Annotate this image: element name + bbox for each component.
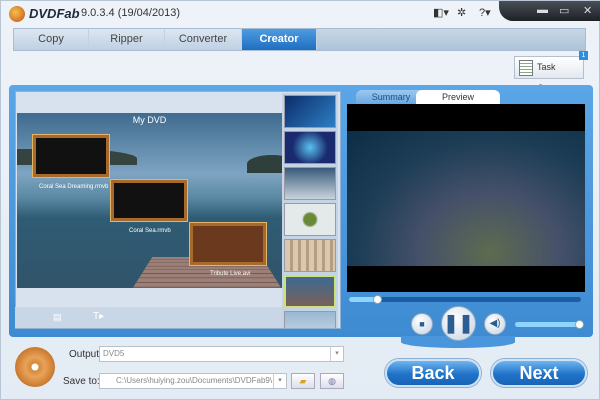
save-to-label: Save to: — [63, 376, 100, 387]
template-thumbnail[interactable] — [284, 239, 336, 272]
app-version: 9.0.3.4 (19/04/2013) — [81, 7, 181, 19]
task-list-icon — [519, 60, 533, 76]
volume-slider[interactable] — [515, 322, 581, 327]
minimize-button[interactable]: ▬ — [537, 4, 548, 16]
tab-creator[interactable]: Creator — [242, 29, 317, 50]
tab-converter[interactable]: Converter — [165, 29, 242, 50]
video-preview — [347, 104, 585, 292]
chapter-thumbnail[interactable] — [189, 222, 267, 266]
template-thumbnail[interactable] — [284, 95, 336, 128]
menu-toolbar: ▤ T▸ — [15, 307, 282, 328]
output-value: DVD5 — [103, 349, 125, 358]
task-queue-badge: 1 — [579, 51, 588, 60]
tab-copy[interactable]: Copy — [14, 29, 89, 50]
template-thumbnail[interactable] — [284, 167, 336, 200]
template-thumbnail[interactable] — [284, 203, 336, 236]
volume-handle[interactable] — [574, 320, 584, 329]
layout-icon[interactable]: ◧▾ — [433, 6, 449, 19]
window-controls: ▬ ▭ ✕ — [499, 1, 600, 21]
seek-handle[interactable] — [372, 295, 382, 304]
dvd-menu-preview[interactable]: My DVD Coral Sea Dreaming.rmvb Coral Sea… — [17, 113, 282, 288]
chapter-label[interactable]: Coral Sea Dreaming.rmvb — [39, 184, 108, 190]
back-button[interactable]: Back — [385, 359, 481, 387]
chapter-layout-icon[interactable]: ▤ — [53, 312, 62, 323]
template-list[interactable] — [282, 93, 338, 328]
output-select[interactable]: DVD5 ▾ — [99, 346, 344, 362]
pause-button[interactable]: ❚❚ — [441, 306, 476, 341]
disc-icon — [15, 347, 55, 387]
template-thumbnail-selected[interactable] — [284, 275, 336, 308]
dvdfab-logo-icon — [9, 6, 25, 22]
menu-title[interactable]: My DVD — [17, 115, 282, 125]
template-thumbnail[interactable] — [284, 311, 336, 328]
chevron-down-icon[interactable]: ▾ — [273, 374, 286, 388]
burn-disc-button[interactable]: ◍ — [320, 373, 344, 389]
save-to-select[interactable]: C:\Users\huiying.zou\Documents\DVDFab9\ ▾ — [99, 373, 287, 389]
output-label: Output: — [69, 349, 102, 360]
chapter-label[interactable]: Coral Sea.rmvb — [129, 228, 171, 234]
tab-ripper[interactable]: Ripper — [89, 29, 165, 50]
stop-button[interactable]: ■ — [411, 313, 433, 335]
gear-icon[interactable]: ✲ — [457, 6, 466, 19]
save-to-value: C:\Users\huiying.zou\Documents\DVDFab9\ — [116, 376, 273, 385]
next-button[interactable]: Next — [491, 359, 587, 387]
volume-icon[interactable]: ◀) — [484, 313, 506, 335]
title-bar: DVDFab 9.0.3.4 (19/04/2013) ◧▾ ✲ ?▾ ▬ ▭ … — [1, 1, 600, 25]
main-tabs: Copy Ripper Converter Creator — [13, 28, 586, 51]
app-brand: DVDFab — [29, 6, 80, 21]
chapter-label[interactable]: Tribute Live.avi — [210, 271, 250, 277]
island-shape — [247, 155, 282, 173]
task-queue-button[interactable]: Task Queue — [514, 56, 584, 93]
chapter-thumbnail[interactable] — [32, 134, 110, 178]
seek-bar[interactable] — [349, 297, 581, 302]
close-button[interactable]: ✕ — [583, 4, 592, 17]
video-frame — [347, 131, 585, 266]
chevron-down-icon[interactable]: ▾ — [330, 347, 343, 361]
app-window: DVDFab 9.0.3.4 (19/04/2013) ◧▾ ✲ ?▾ ▬ ▭ … — [0, 0, 600, 400]
help-icon[interactable]: ?▾ — [479, 6, 491, 19]
chapter-thumbnail[interactable] — [110, 179, 188, 222]
browse-folder-button[interactable]: ▰ — [291, 373, 315, 389]
maximize-button[interactable]: ▭ — [559, 4, 569, 17]
tab-preview[interactable]: Preview — [416, 90, 500, 104]
add-text-icon[interactable]: T▸ — [93, 311, 104, 322]
template-thumbnail[interactable] — [284, 131, 336, 164]
